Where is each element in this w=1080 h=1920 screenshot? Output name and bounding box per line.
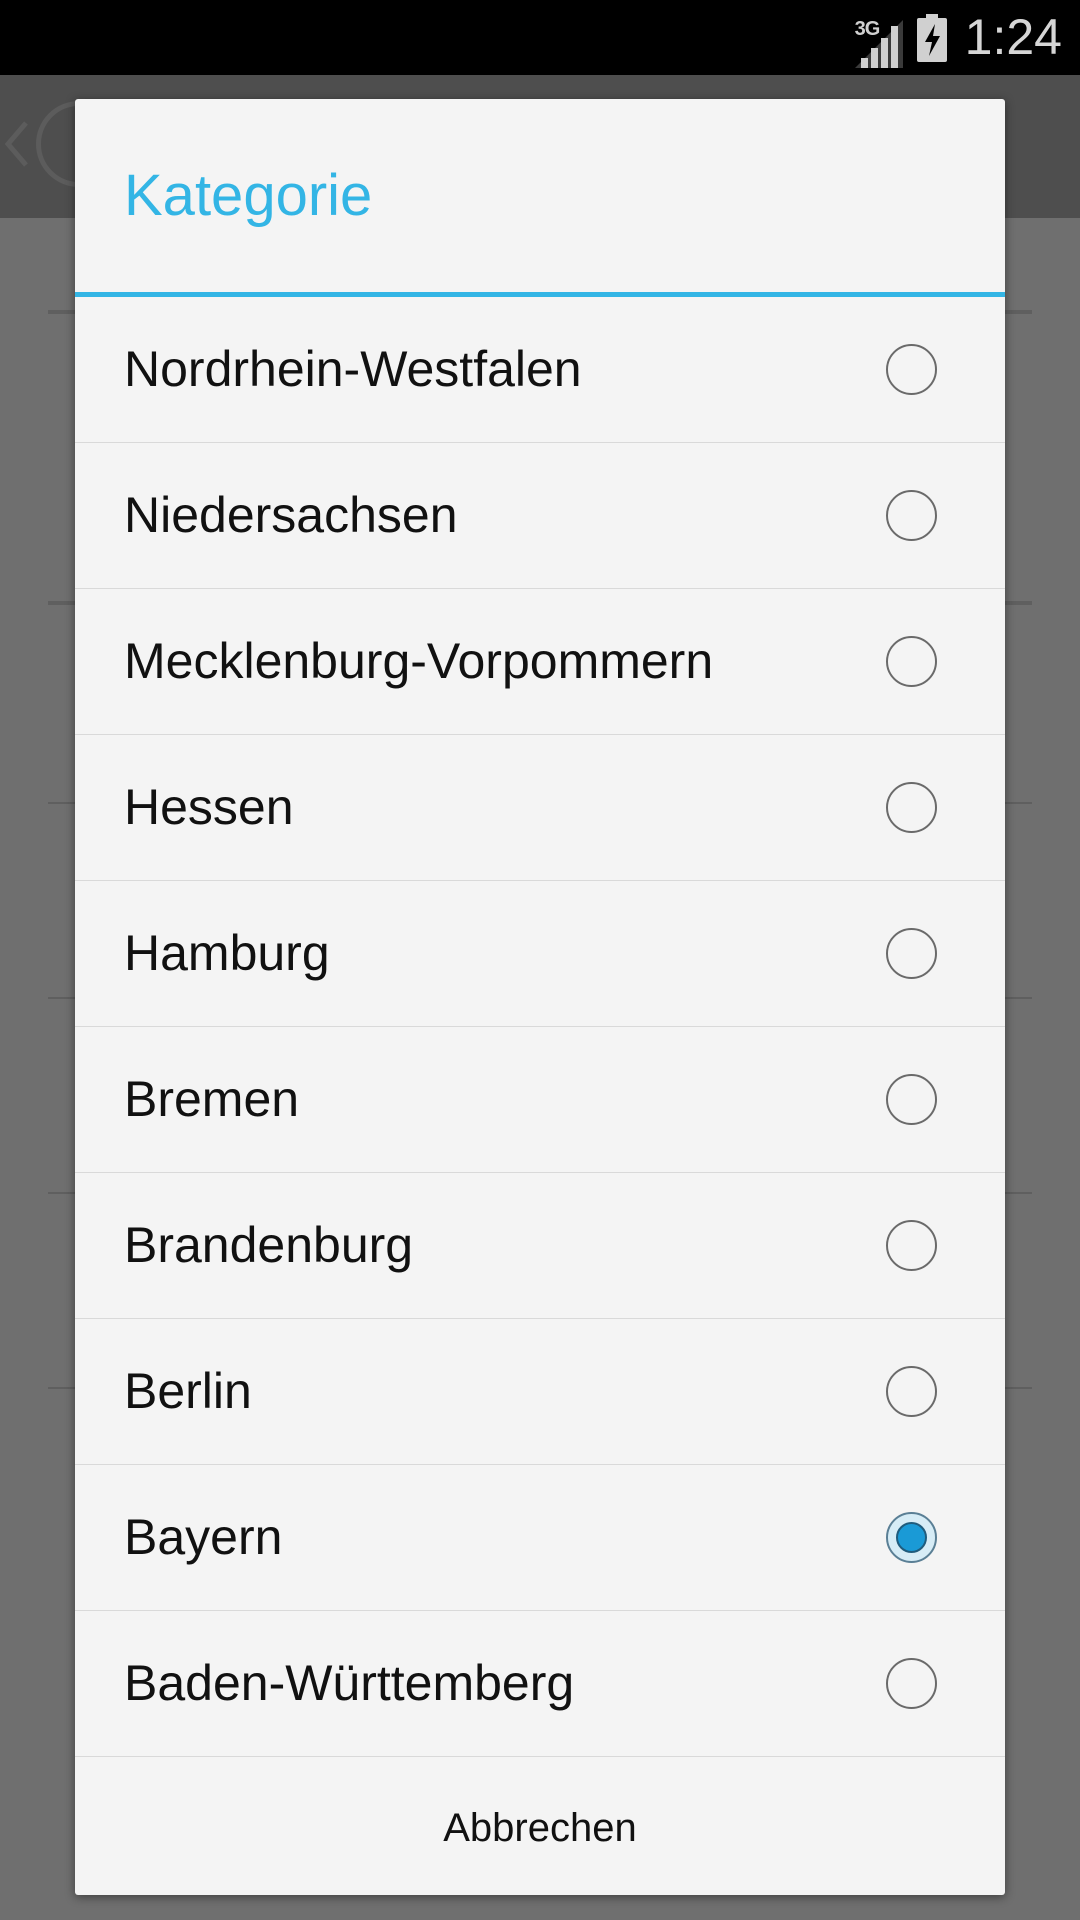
radio-button[interactable] — [886, 1511, 937, 1563]
list-item[interactable]: Brandenburg — [75, 1173, 1005, 1319]
radio-button[interactable] — [886, 635, 937, 687]
radio-button[interactable] — [886, 489, 937, 541]
battery-charging-icon — [916, 13, 947, 62]
list-item[interactable]: Hamburg — [75, 881, 1005, 1027]
clock: 1:24 — [964, 9, 1062, 65]
option-list: Nordrhein-Westfalen Niedersachsen Meckle… — [75, 297, 1005, 1757]
list-item[interactable]: Bremen — [75, 1027, 1005, 1173]
radio-button[interactable] — [886, 343, 937, 395]
radio-button[interactable] — [886, 927, 937, 979]
radio-button[interactable] — [886, 1657, 937, 1709]
option-label: Berlin — [124, 1363, 252, 1419]
radio-selected-dot — [896, 1521, 927, 1553]
option-label: Brandenburg — [124, 1217, 414, 1273]
radio-button[interactable] — [886, 1365, 937, 1417]
list-item[interactable]: Mecklenburg-Vorpommern — [75, 589, 1005, 735]
option-label: Mecklenburg-Vorpommern — [124, 633, 714, 689]
list-item[interactable]: Nordrhein-Westfalen — [75, 297, 1005, 443]
status-icons: 3G 1:24 — [854, 0, 1062, 75]
option-label: Hamburg — [124, 925, 330, 981]
radio-button[interactable] — [886, 1073, 937, 1125]
option-label: Bremen — [124, 1071, 300, 1127]
option-label: Bayern — [124, 1509, 283, 1565]
signal-indicator: 3G — [854, 8, 903, 68]
signal-icon — [854, 19, 903, 68]
list-item[interactable]: Niedersachsen — [75, 443, 1005, 589]
option-label: Niedersachsen — [124, 487, 458, 543]
chevron-left-icon — [4, 121, 28, 167]
status-bar: 3G 1:24 — [0, 0, 1080, 75]
cancel-button[interactable]: Abbrechen — [75, 1754, 1005, 1895]
option-label: Nordrhein-Westfalen — [124, 341, 582, 397]
option-label: Baden-Württemberg — [124, 1655, 575, 1711]
radio-button[interactable] — [886, 781, 937, 833]
option-label: Hessen — [124, 779, 294, 835]
list-item[interactable]: Baden-Württemberg — [75, 1611, 1005, 1757]
list-item[interactable]: Berlin — [75, 1319, 1005, 1465]
category-dialog: Kategorie Nordrhein-Westfalen Niedersach… — [75, 99, 1005, 1895]
list-item[interactable]: Hessen — [75, 735, 1005, 881]
dialog-title: Kategorie — [124, 163, 373, 228]
radio-button[interactable] — [886, 1219, 937, 1271]
list-item[interactable]: Bayern — [75, 1465, 1005, 1611]
